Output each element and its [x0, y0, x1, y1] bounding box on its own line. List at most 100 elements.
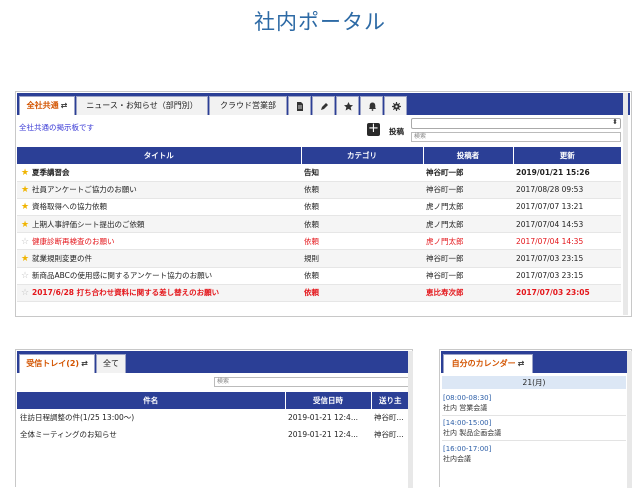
table-row[interactable]: ★ 社員アンケートご協力のお願い 依頼 神谷町一郎 2017/08/28 09:53 — [17, 181, 621, 199]
post-label: 投稿 — [389, 127, 404, 136]
row-author: 虎ノ門太郎 — [423, 198, 513, 217]
row-title[interactable]: 新商品ABCの使用感に関するアンケート協力のお願い — [32, 271, 212, 280]
row-received: 2019-01-21 12:4... — [285, 426, 371, 444]
row-title-cell[interactable]: ★ 就業規則変更の件 — [17, 249, 301, 268]
tab-my-calendar-label: 自分のカレンダー — [451, 359, 516, 368]
board-table: タイトル カテゴリ 投稿者 更新 ★ 夏季講習会 告知 神谷町一郎 2019/01/21… — [17, 147, 621, 303]
row-title-cell[interactable]: ☆ 健康診断再検査のお願い — [17, 232, 301, 251]
col-received[interactable]: 受信日時 — [285, 392, 372, 409]
inbox-tab-bar: 受信トレイ(2) ⇄ 全て — [17, 351, 411, 373]
col-author[interactable]: 投稿者 — [423, 147, 514, 164]
row-title[interactable]: 2017/6/28 打ち合わせ資料に関する差し替えのお願い — [32, 288, 219, 297]
table-row[interactable]: 全体ミーティングのお知らせ 2019-01-21 12:4... 神谷町... — [17, 426, 409, 444]
tab-notifications[interactable] — [360, 96, 383, 115]
row-updated: 2017/07/04 14:35 — [513, 232, 621, 251]
col-sender[interactable]: 送り主 — [371, 392, 409, 409]
row-title[interactable]: 社員アンケートご協力のお願い — [32, 185, 137, 194]
table-row[interactable]: ★ 就業規則変更の件 規則 神谷町一郎 2017/07/03 23:15 — [17, 249, 621, 268]
favorite-star-icon[interactable]: ★ — [20, 202, 30, 212]
col-updated[interactable]: 更新 — [513, 147, 621, 164]
calendar-tab-bar: 自分のカレンダー ⇄ — [441, 351, 630, 373]
row-category: 依頼 — [301, 181, 423, 199]
row-updated: 2017/07/03 23:15 — [513, 267, 621, 285]
calendar-scrollbar[interactable] — [627, 351, 632, 488]
inbox-scrollbar[interactable] — [408, 351, 413, 488]
row-subject[interactable]: 全体ミーティングのお知らせ — [17, 426, 285, 444]
col-title[interactable]: タイトル — [17, 147, 302, 164]
col-category[interactable]: カテゴリ — [301, 147, 424, 164]
row-updated: 2017/07/07 13:21 — [513, 198, 621, 217]
favorite-star-icon[interactable]: ★ — [20, 168, 30, 178]
calendar-day-header: 21(月) — [442, 376, 626, 389]
tab-edit[interactable] — [312, 96, 335, 115]
tab-favorites[interactable] — [336, 96, 359, 115]
row-title-cell[interactable]: ★ 資格取得への協力依頼 — [17, 198, 301, 217]
row-category: 規則 — [301, 249, 423, 268]
row-title[interactable]: 就業規則変更の件 — [32, 254, 92, 263]
row-title[interactable]: 上期人事評価シート提出のご依頼 — [32, 220, 145, 229]
inbox-table: 件名 受信日時 送り主 往訪日程調整の件(1/25 13:00〜) 2019-01… — [17, 392, 409, 444]
row-title-cell[interactable]: ★ 上期人事評価シート提出のご依頼 — [17, 215, 301, 234]
row-category: 依頼 — [301, 232, 423, 251]
row-updated: 2017/07/04 14:53 — [513, 215, 621, 234]
calendar-event[interactable]: [14:00-15:00] 社内 製品企画会議 — [443, 418, 501, 438]
table-row[interactable]: ★ 資格取得への協力依頼 依頼 虎ノ門太郎 2017/07/07 13:21 — [17, 198, 621, 217]
favorite-star-icon[interactable]: ★ — [20, 185, 30, 195]
tab-document[interactable] — [288, 96, 311, 115]
table-row[interactable]: ☆ 2017/6/28 打ち合わせ資料に関する差し替えのお願い 依頼 恵比寿次郎 201… — [17, 284, 621, 303]
favorite-star-icon[interactable]: ★ — [20, 254, 30, 264]
tab-my-calendar[interactable]: 自分のカレンダー ⇄ — [443, 354, 533, 373]
tab-cloud-sales[interactable]: クラウド営業部 — [209, 96, 287, 115]
tab-all-mail[interactable]: 全て — [96, 354, 126, 373]
row-received: 2019-01-21 12:4... — [285, 409, 371, 427]
row-title[interactable]: 夏季講習会 — [32, 168, 70, 177]
calendar-panel: 自分のカレンダー ⇄ 21(月) [08:00-08:30] 社内 営業会議 [1… — [439, 349, 632, 488]
event-time: [08:00-08:30] — [443, 394, 492, 402]
row-title[interactable]: 健康診断再検査のお願い — [32, 237, 115, 246]
favorite-star-icon[interactable]: ☆ — [20, 237, 30, 247]
switch-icon: ⇄ — [60, 101, 68, 110]
col-subject[interactable]: 件名 — [17, 392, 286, 409]
page-title: 社内ポータル — [254, 10, 386, 34]
table-row[interactable]: 往訪日程調整の件(1/25 13:00〜) 2019-01-21 12:4... 神… — [17, 409, 409, 427]
tab-inbox[interactable]: 受信トレイ(2) ⇄ — [19, 354, 95, 373]
board-search-input[interactable]: 検索 — [411, 132, 621, 142]
tab-settings[interactable] — [384, 96, 407, 115]
row-title-cell[interactable]: ☆ 新商品ABCの使用感に関するアンケート協力のお願い — [17, 267, 301, 285]
event-time: [16:00-17:00] — [443, 445, 492, 453]
inbox-search-input[interactable]: 検索 — [214, 377, 409, 387]
row-title[interactable]: 資格取得への協力依頼 — [32, 202, 107, 211]
board-table-header: タイトル カテゴリ 投稿者 更新 — [17, 147, 621, 164]
calendar-event[interactable]: [08:00-08:30] 社内 営業会議 — [443, 393, 491, 413]
bell-icon — [369, 102, 376, 111]
star-icon — [344, 102, 353, 111]
favorite-star-icon[interactable]: ☆ — [20, 271, 30, 281]
table-row[interactable]: ☆ 新商品ABCの使用感に関するアンケート協力のお願い 依頼 神谷町一郎 2017/07… — [17, 267, 621, 285]
board-scrollbar[interactable] — [623, 93, 628, 315]
table-row[interactable]: ☆ 健康診断再検査のお願い 依頼 虎ノ門太郎 2017/07/04 14:35 — [17, 232, 621, 251]
row-title-cell[interactable]: ★ 社員アンケートご協力のお願い — [17, 181, 301, 199]
table-row[interactable]: ★ 夏季講習会 告知 神谷町一郎 2019/01/21 15:26 — [17, 164, 621, 182]
row-title-cell[interactable]: ★ 夏季講習会 — [17, 164, 301, 182]
favorite-star-icon[interactable]: ☆ — [20, 288, 30, 298]
gear-icon — [392, 102, 401, 111]
calendar-event[interactable]: [16:00-17:00] 社内会議 — [443, 444, 491, 464]
row-author: 神谷町一郎 — [423, 181, 513, 199]
tab-news-label: ニュース・お知らせ（部門別） — [86, 101, 198, 110]
row-category: 告知 — [301, 164, 423, 182]
row-updated: 2019/01/21 15:26 — [513, 164, 621, 182]
table-row[interactable]: ★ 上期人事評価シート提出のご依頼 依頼 虎ノ門太郎 2017/07/04 14:53 — [17, 215, 621, 234]
board-description: 全社共通の掲示板です — [19, 123, 94, 132]
board-filter-select[interactable]: ⬍ — [411, 118, 621, 129]
tab-cloud-sales-label: クラウド営業部 — [220, 101, 276, 110]
row-sender: 神谷町... — [371, 409, 409, 427]
row-title-cell[interactable]: ☆ 2017/6/28 打ち合わせ資料に関する差し替えのお願い — [17, 284, 301, 303]
select-arrow-icon: ⬍ — [612, 118, 618, 126]
add-post-button[interactable]: + — [367, 122, 380, 136]
row-subject[interactable]: 往訪日程調整の件(1/25 13:00〜) — [17, 409, 285, 427]
favorite-star-icon[interactable]: ★ — [20, 220, 30, 230]
row-category: 依頼 — [301, 284, 423, 303]
inbox-table-header: 件名 受信日時 送り主 — [17, 392, 409, 409]
tab-company-wide[interactable]: 全社共通 ⇄ — [19, 96, 75, 115]
tab-news[interactable]: ニュース・お知らせ（部門別） — [76, 96, 208, 115]
